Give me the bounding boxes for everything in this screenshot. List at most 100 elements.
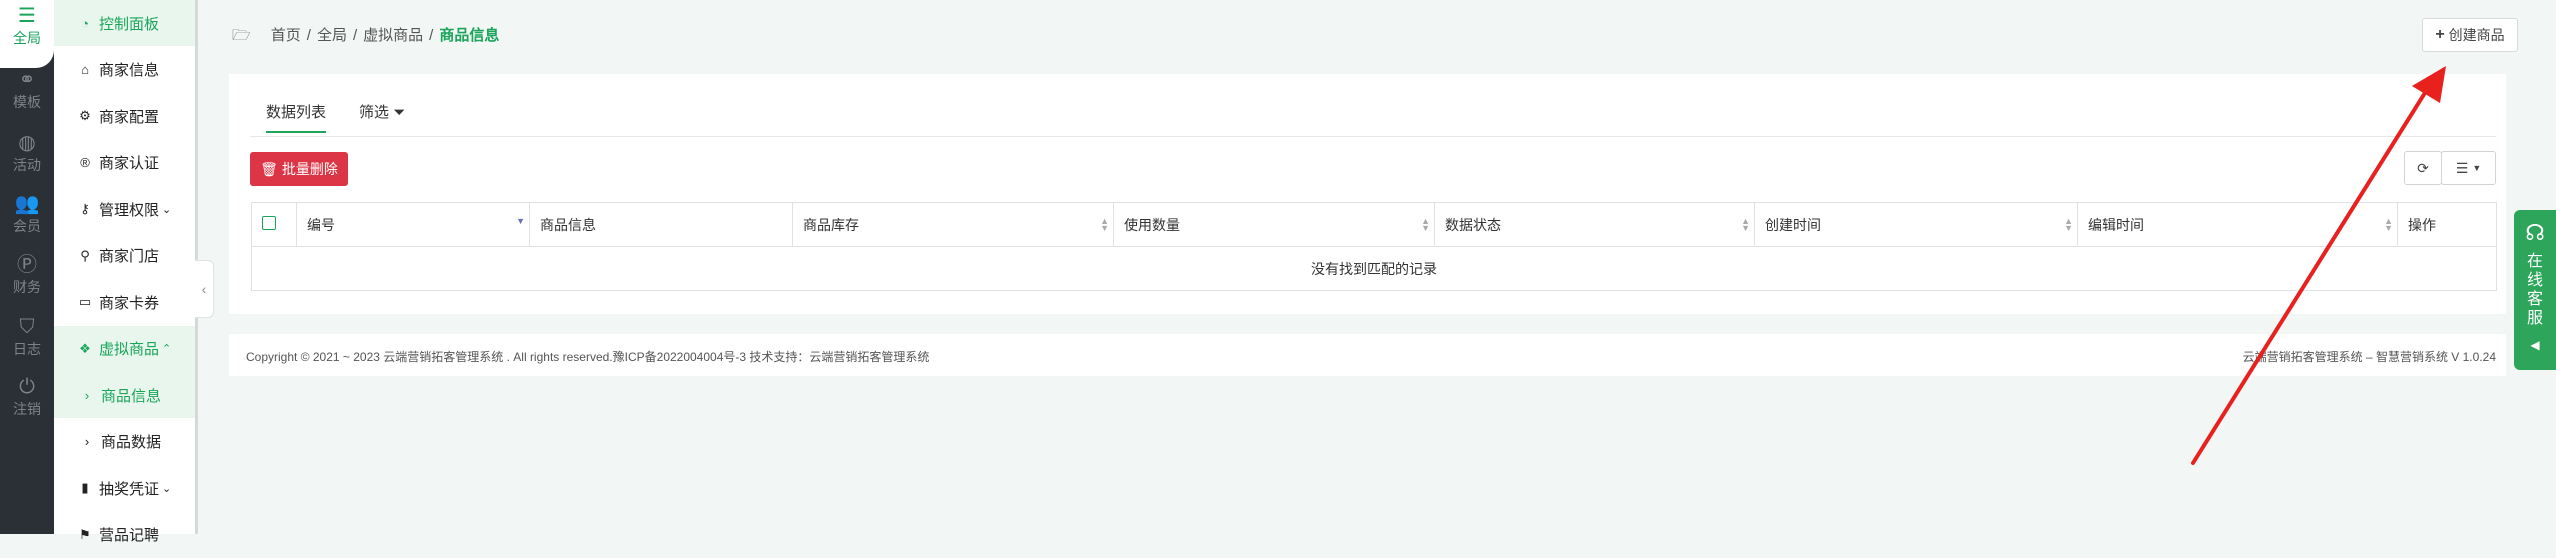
- sidebar-item-3[interactable]: ® 商家认证: [54, 140, 195, 186]
- home-icon: ⌂: [81, 62, 89, 77]
- copyright-text: Copyright © 2021 ~ 2023 云端营销拓客管理系统 . All…: [246, 350, 930, 364]
- sidebar-item-label: 商家门店: [99, 248, 160, 265]
- sitemap-icon: ⚭: [18, 69, 36, 91]
- breadcrumb-global[interactable]: 全局: [317, 27, 347, 44]
- rail-item-label: 日志: [13, 341, 41, 357]
- batch-delete-label: 批量删除: [281, 161, 338, 177]
- column-header-stock[interactable]: 商品库存 ▲ ▼: [792, 202, 1114, 247]
- dashboard-icon: ◔: [81, 15, 89, 31]
- select-all-checkbox[interactable]: [262, 216, 276, 230]
- sidebar-item-label: 控制面板: [99, 15, 160, 33]
- sidebar-item-label: 营品记聘: [99, 527, 160, 544]
- create-product-label: 创建商品: [2448, 27, 2505, 43]
- plus-icon: +: [2435, 26, 2445, 43]
- breadcrumb-separator: /: [352, 27, 358, 44]
- sidebar-item-4[interactable]: ⚷ 管理权限 ⌄: [54, 186, 195, 232]
- sidebar-item-2[interactable]: ⚙ 商家配置: [54, 93, 195, 139]
- sidebar-item-label: 商品数据: [101, 434, 162, 451]
- breadcrumb-home[interactable]: 首页: [271, 27, 301, 44]
- sort-icon: ▲ ▼: [2064, 216, 2073, 233]
- sidebar-item-label: 商家信息: [99, 62, 160, 79]
- sidebar-item-label: 虚拟商品: [99, 341, 160, 358]
- breadcrumb: 🗁 首页 / 全局 / 虚拟商品 / 商品信息: [232, 24, 499, 50]
- sidebar-collapse-toggle[interactable]: ‹: [195, 260, 214, 318]
- sidebar-item-6[interactable]: ▭ 商家卡券: [54, 279, 195, 325]
- rail-item-3[interactable]: 👥 会员: [0, 190, 54, 236]
- refresh-button[interactable]: ⟳: [2404, 151, 2442, 185]
- column-header-edited[interactable]: 编辑时间 ▲ ▼: [2077, 202, 2398, 247]
- filter-icon: ⏷: [393, 104, 406, 121]
- column-label: 使用数量: [1124, 216, 1180, 233]
- column-header-status[interactable]: 数据状态 ▲ ▼: [1434, 202, 1755, 247]
- column-label: 创建时间: [1765, 216, 1821, 233]
- chevron-icon: ⌃: [162, 343, 172, 355]
- map-marker-icon: ⚲: [80, 247, 90, 263]
- sidebar-item-label: 商家配置: [99, 108, 160, 126]
- columns-toggle-button[interactable]: ☰ ▼: [2441, 151, 2496, 185]
- sidebar-item-label: 商家认证: [99, 155, 160, 172]
- sidebar-item-5[interactable]: ⚲ 商家门店: [54, 233, 195, 279]
- footer: Copyright © 2021 ~ 2023 云端营销拓客管理系统 . All…: [229, 334, 2506, 376]
- sidebar-item-11[interactable]: ⚑ 营品记聘: [54, 512, 195, 558]
- sidebar-item-0[interactable]: ◔ 控制面板: [54, 0, 195, 46]
- sidebar-item-label: 商品信息: [101, 387, 162, 405]
- refresh-icon: ⟳: [2417, 159, 2429, 176]
- column-header-id[interactable]: 编号 ▼: [296, 202, 530, 247]
- sidebar-item-8[interactable]: › 商品信息: [54, 372, 195, 418]
- column-header-product-info: 商品信息: [529, 202, 793, 247]
- rail-item-label: 注销: [13, 401, 41, 417]
- breadcrumb-separator: /: [306, 27, 311, 44]
- sidebar-item-10[interactable]: ▮ 抽奖凭证 ⌄: [54, 465, 195, 511]
- tab-data-list[interactable]: 数据列表: [266, 101, 327, 133]
- tabs-underline: [250, 136, 2496, 137]
- rail-item-0[interactable]: ☰ 全局: [0, 0, 54, 68]
- column-header-actions: 操作: [2397, 202, 2497, 247]
- folder-open-icon: 🗁: [232, 27, 251, 44]
- batch-delete-button[interactable]: 🗑 批量删除: [250, 152, 348, 186]
- create-product-button[interactable]: + 创建商品: [2422, 18, 2518, 52]
- dropbox-icon: ❖: [79, 340, 91, 356]
- rail-item-2[interactable]: ◍ 活动: [0, 129, 54, 175]
- sidebar-item-9[interactable]: › 商品数据: [54, 419, 195, 465]
- column-label: 编号: [307, 216, 335, 233]
- data-table: 编号 ▼ 商品信息 商品库存 ▲ ▼ 使用数量 ▲ ▼ 数据状态 ▲ ▼ 创建时间 ▲ ▼ 编辑时…: [251, 202, 2497, 291]
- online-service-widget[interactable]: ☊ 在线客服 ◀: [2514, 210, 2556, 370]
- table-row: 没有找到匹配的记录: [251, 246, 2497, 291]
- rail-item-1[interactable]: ⚭ 模板: [0, 66, 54, 112]
- users-icon: 👥: [14, 193, 40, 215]
- list-icon: ☰: [2455, 159, 2469, 176]
- headset-icon: ☊: [2525, 220, 2545, 245]
- column-label: 商品信息: [540, 216, 596, 233]
- empty-message: 没有找到匹配的记录: [251, 246, 2497, 291]
- rail-item-label: 全局: [13, 30, 41, 46]
- icon-rail: ☰ 全局 ⚭ 模板 ◍ 活动 👥 会员 Ⓟ 财务 ⛉ 日志 ⏻ 注销: [0, 0, 54, 534]
- sidebar-item-label: 抽奖凭证: [99, 480, 160, 498]
- globe-icon: ◍: [18, 132, 36, 154]
- sidebar-item-1[interactable]: ⌂ 商家信息: [54, 47, 195, 93]
- chevron-left-icon: ‹: [201, 281, 207, 297]
- breadcrumb-current: 商品信息: [439, 27, 500, 44]
- rail-item-5[interactable]: ⛉ 日志: [0, 313, 54, 359]
- tag-icon: ⚑: [79, 526, 91, 542]
- breadcrumb-virtual-goods[interactable]: 虚拟商品: [363, 27, 423, 44]
- column-header-created[interactable]: 创建时间 ▲ ▼: [1754, 202, 2078, 247]
- version-text: 云端营销拓客管理系统 – 智慧营销系统 V 1.0.24: [2242, 350, 2496, 364]
- column-header-used[interactable]: 使用数量 ▲ ▼: [1113, 202, 1435, 247]
- sort-icon: ▲ ▼: [2384, 216, 2393, 233]
- rail-item-6[interactable]: ⏻ 注销: [0, 373, 54, 419]
- table-header-row: 编号 ▼ 商品信息 商品库存 ▲ ▼ 使用数量 ▲ ▼ 数据状态 ▲ ▼ 创建时间 ▲ ▼ 编辑时…: [251, 202, 2497, 247]
- rail-item-4[interactable]: Ⓟ 财务: [0, 251, 54, 297]
- chevron-icon: ⌄: [162, 482, 172, 495]
- sort-icon: ▲ ▼: [1421, 216, 1430, 233]
- shield-icon: ⛉: [19, 316, 35, 338]
- sort-icon: ▲ ▼: [1741, 216, 1750, 233]
- tab-filter[interactable]: 筛选 ⏷: [359, 101, 405, 122]
- credit-card-icon: ▭: [78, 294, 92, 309]
- sidebar-item-label: 商家卡券: [99, 294, 160, 312]
- sort-icon: ▲ ▼: [1100, 216, 1109, 233]
- paypal-icon: Ⓟ: [17, 254, 37, 276]
- select-all-checkbox-cell: [251, 202, 297, 247]
- rail-item-label: 活动: [13, 157, 41, 173]
- sidebar-item-7[interactable]: ❖ 虚拟商品 ⌃: [54, 325, 195, 372]
- caret-left-icon: ◀: [2530, 338, 2540, 352]
